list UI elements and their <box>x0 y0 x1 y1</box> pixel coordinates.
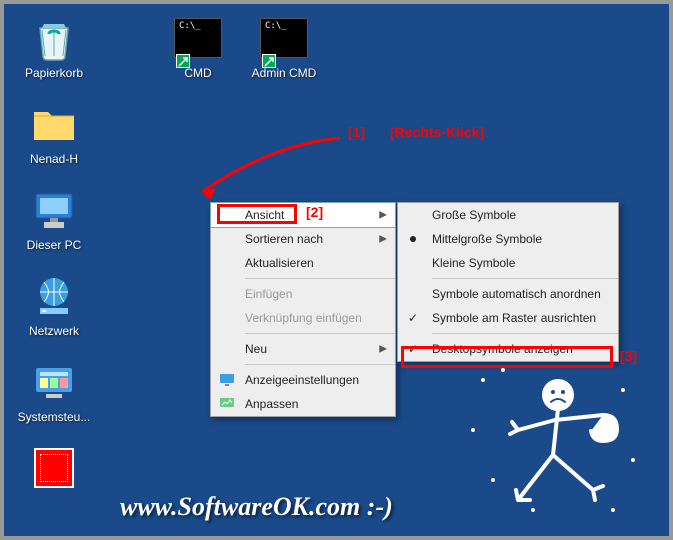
desktop-icon-network[interactable]: Netzwerk <box>14 272 94 338</box>
desktop-icon-label: Nenad-H <box>14 152 94 166</box>
menu-item-paste-shortcut: Verknüpfung einfügen <box>211 306 395 330</box>
submenu-item-align-grid[interactable]: ✓ Symbole am Raster ausrichten <box>398 306 618 330</box>
chevron-right-icon: ▶ <box>379 210 387 221</box>
desktop-icon-label: Dieser PC <box>14 238 94 252</box>
menu-item-label: Neu <box>245 342 267 356</box>
desktop-icon-user-folder[interactable]: Nenad-H <box>14 100 94 166</box>
menu-item-label: Desktopsymbole anzeigen <box>432 342 573 356</box>
submenu-item-auto-arrange[interactable]: Symbole automatisch anordnen <box>398 282 618 306</box>
context-menu: Ansicht ▶ Sortieren nach ▶ Aktualisieren… <box>210 202 396 417</box>
annotation-arrow <box>190 130 350 210</box>
menu-item-label: Verknüpfung einfügen <box>245 311 362 325</box>
annotation-1-text: [Rechts-Klick] <box>390 124 484 140</box>
submenu-item-large-icons[interactable]: Große Symbole <box>398 203 618 227</box>
cmd-icon <box>260 18 308 58</box>
menu-item-label: Kleine Symbole <box>432 256 515 270</box>
network-icon <box>30 272 78 320</box>
recycle-bin-icon <box>30 14 78 62</box>
menu-item-paste: Einfügen <box>211 282 395 306</box>
menu-item-display-settings[interactable]: Anzeigeeinstellungen <box>211 368 395 392</box>
desktop-icon-label: Papierkorb <box>14 66 94 80</box>
menu-item-label: Ansicht <box>245 208 284 222</box>
menu-item-label: Einfügen <box>245 287 292 301</box>
shortcut-overlay-icon <box>262 54 276 68</box>
desktop-icon-label: Systemsteu... <box>14 410 94 424</box>
desktop-icon-label: CMD <box>158 66 238 80</box>
desktop-icon-this-pc[interactable]: Dieser PC <box>14 186 94 252</box>
annotation-1: [1] <box>348 124 365 140</box>
watermark-text: www.SoftwareOK.com :-) <box>120 492 393 522</box>
display-settings-icon <box>219 372 235 388</box>
annotation-2: [2] <box>306 204 323 220</box>
desktop-icon-recycle-bin[interactable]: Papierkorb <box>14 14 94 80</box>
bullet-icon <box>410 236 416 242</box>
desktop-icon-label: Netzwerk <box>14 324 94 338</box>
menu-separator <box>245 364 395 365</box>
chevron-right-icon: ▶ <box>379 234 387 245</box>
check-icon: ✓ <box>408 311 418 325</box>
menu-item-label: Mittelgroße Symbole <box>432 232 542 246</box>
menu-item-new[interactable]: Neu ▶ <box>211 337 395 361</box>
submenu-item-small-icons[interactable]: Kleine Symbole <box>398 251 618 275</box>
desktop-icon-control-panel[interactable]: Systemsteu... <box>14 358 94 424</box>
menu-item-view[interactable]: Ansicht ▶ <box>210 202 396 228</box>
chevron-right-icon: ▶ <box>379 344 387 355</box>
submenu-view: Große Symbole Mittelgroße Symbole Kleine… <box>397 202 619 362</box>
check-icon: ✓ <box>408 342 418 356</box>
shortcut-overlay-icon <box>176 54 190 68</box>
desktop-icon-label: Admin CMD <box>244 66 324 80</box>
menu-item-sort[interactable]: Sortieren nach ▶ <box>211 227 395 251</box>
menu-separator <box>432 278 618 279</box>
submenu-item-medium-icons[interactable]: Mittelgroße Symbole <box>398 227 618 251</box>
menu-separator <box>432 333 618 334</box>
menu-item-label: Sortieren nach <box>245 232 323 246</box>
personalize-icon <box>219 396 235 412</box>
menu-item-personalize[interactable]: Anpassen <box>211 392 395 416</box>
stick-figure-graphic <box>463 360 643 520</box>
menu-item-label: Symbole am Raster ausrichten <box>432 311 596 325</box>
cmd-icon <box>174 18 222 58</box>
pc-icon <box>30 186 78 234</box>
menu-item-label: Große Symbole <box>432 208 516 222</box>
folder-icon <box>30 100 78 148</box>
desktop-icon-cmd[interactable]: CMD <box>158 14 238 80</box>
menu-item-label: Aktualisieren <box>245 256 314 270</box>
menu-item-label: Symbole automatisch anordnen <box>432 287 601 301</box>
menu-item-label: Anzeigeeinstellungen <box>245 373 359 387</box>
desktop-icon-admin-cmd[interactable]: Admin CMD <box>244 14 324 80</box>
menu-separator <box>245 333 395 334</box>
submenu-item-show-desktop-icons[interactable]: ✓ Desktopsymbole anzeigen <box>398 337 618 361</box>
menu-separator <box>245 278 395 279</box>
menu-item-refresh[interactable]: Aktualisieren <box>211 251 395 275</box>
menu-item-label: Anpassen <box>245 397 298 411</box>
control-panel-icon <box>30 358 78 406</box>
desktop-icon-red-app[interactable] <box>14 444 94 496</box>
red-app-icon <box>30 444 78 492</box>
